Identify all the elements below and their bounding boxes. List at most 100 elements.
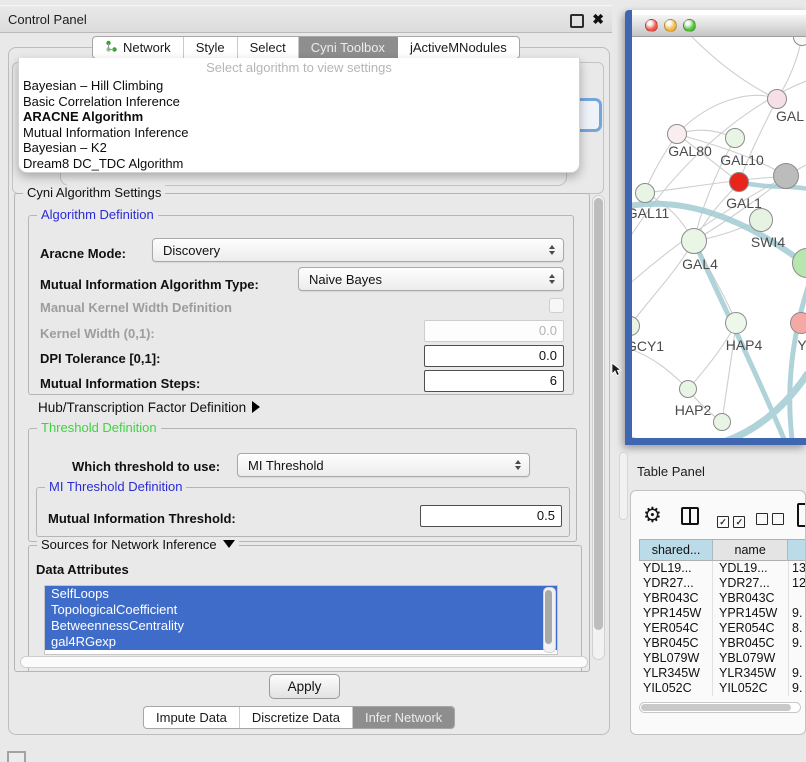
mi-steps-field[interactable]: 6 xyxy=(424,370,564,392)
table-scrollbar-thumb[interactable] xyxy=(641,704,791,711)
manual-kernel-checkbox[interactable] xyxy=(549,298,564,313)
network-node[interactable] xyxy=(773,163,799,189)
attributes-scrollbar[interactable] xyxy=(543,587,556,653)
table-panel-window: ⚙ ✓ ✓ shared... name YDL19...YDL19...13Y… xyxy=(630,490,806,735)
dpi-tolerance-label: DPI Tolerance [0,1]: xyxy=(40,351,160,366)
table-row[interactable]: YDL19...YDL19...13 xyxy=(639,561,806,576)
network-node-y[interactable] xyxy=(790,312,806,334)
attributes-scrollbar-thumb[interactable] xyxy=(545,590,552,644)
column-header-cut[interactable] xyxy=(788,540,806,560)
collapsed-panel-icon[interactable] xyxy=(7,751,26,762)
node-label: SWI4 xyxy=(751,234,785,250)
attribute-item[interactable]: gal4RGexp xyxy=(45,634,557,650)
table-row[interactable]: YBL079WYBL079W xyxy=(639,651,806,666)
tab-infer-network[interactable]: Infer Network xyxy=(353,707,454,728)
tab-impute-data[interactable]: Impute Data xyxy=(144,707,240,728)
tab-network[interactable]: Network xyxy=(93,37,184,58)
dpi-tolerance-field[interactable]: 0.0 xyxy=(424,345,564,367)
which-threshold-select[interactable]: MI Threshold xyxy=(237,453,530,477)
control-panel-tabs: NetworkStyleSelectCyni ToolboxjActiveMNo… xyxy=(92,36,520,59)
side-scrollbar-fragment xyxy=(619,452,628,520)
network-node-gal10[interactable] xyxy=(725,128,745,148)
column-header-shared[interactable]: shared... xyxy=(640,540,713,560)
tab-style[interactable]: Style xyxy=(184,37,238,58)
cyni-mode-tabs: Impute DataDiscretize DataInfer Network xyxy=(143,706,455,729)
data-attributes-label: Data Attributes xyxy=(36,562,129,577)
mi-algorithm-type-label: Mutual Information Algorithm Type: xyxy=(40,277,259,292)
network-window-titlebar[interactable] xyxy=(632,15,806,37)
node-label: GAL4 xyxy=(682,256,718,272)
table-row[interactable]: YIL052CYIL052C9. xyxy=(639,681,806,696)
expand-right-triangle-icon xyxy=(252,401,260,413)
cyni-settings-title: Cyni Algorithm Settings xyxy=(23,185,165,200)
application-root: Control Panel ✖ NetworkStyleSelectCyni T… xyxy=(0,0,806,762)
node-table: shared... name YDL19...YDL19...13YDR27..… xyxy=(639,539,806,698)
network-view-window[interactable]: GALGAL80GAL10GAL1GAL11SWI4GAL4GCY1HAP4YH… xyxy=(625,10,806,445)
node-label: GAL10 xyxy=(720,152,764,168)
attribute-item[interactable]: BetweennessCentrality xyxy=(45,618,557,634)
deselect-all-icon[interactable] xyxy=(756,512,784,530)
float-panel-icon[interactable] xyxy=(570,14,584,28)
algorithm-option[interactable]: ARACNE Algorithm xyxy=(19,109,579,125)
algorithm-option[interactable]: Mutual Information Inference xyxy=(19,125,579,141)
gear-icon[interactable]: ⚙ xyxy=(643,503,662,528)
which-threshold-label: Which threshold to use: xyxy=(72,459,220,474)
tab-cyni-toolbox[interactable]: Cyni Toolbox xyxy=(299,37,398,58)
network-node-gal[interactable] xyxy=(767,89,787,109)
attribute-item[interactable]: SelfLoops xyxy=(45,586,557,602)
dropdown-list: Bayesian – Hill ClimbingBasic Correlatio… xyxy=(19,78,579,171)
window-close-icon[interactable] xyxy=(645,19,658,32)
network-node[interactable] xyxy=(713,413,731,431)
network-node-gal4[interactable] xyxy=(681,228,707,254)
table-horizontal-scrollbar[interactable] xyxy=(639,702,801,713)
network-canvas[interactable]: GALGAL80GAL10GAL1GAL11SWI4GAL4GCY1HAP4YH… xyxy=(632,37,806,438)
panel-title: Control Panel xyxy=(0,12,87,27)
algorithm-option[interactable]: Bayesian – Hill Climbing xyxy=(19,78,579,94)
hub-definition-expander[interactable]: Hub/Transcription Factor Definition xyxy=(38,400,260,415)
tab-select[interactable]: Select xyxy=(238,37,299,58)
kernel-width-field[interactable]: 0.0 xyxy=(424,320,564,342)
network-node-gal11[interactable] xyxy=(635,183,655,203)
table-row[interactable]: YBR045CYBR045C9. xyxy=(639,636,806,651)
network-node-gal1[interactable] xyxy=(729,172,749,192)
network-node-gal80[interactable] xyxy=(667,124,687,144)
network-node-hap4[interactable] xyxy=(725,312,747,334)
algorithm-option[interactable]: Basic Correlation Inference xyxy=(19,94,579,110)
settings-horizontal-scrollbar[interactable] xyxy=(20,656,588,668)
algorithm-definition-title: Algorithm Definition xyxy=(37,207,158,222)
mouse-cursor xyxy=(610,362,624,378)
tab-jactivemnodules[interactable]: jActiveMNodules xyxy=(398,37,519,58)
mi-threshold-field[interactable]: 0.5 xyxy=(420,505,562,527)
stepper-icon xyxy=(549,245,555,255)
window-minimize-icon[interactable] xyxy=(664,19,677,32)
table-row[interactable]: YBR043CYBR043C xyxy=(639,591,806,606)
settings-scrollbar[interactable] xyxy=(592,195,605,660)
table-row[interactable]: YPR145WYPR145W9. xyxy=(639,606,806,621)
apply-button[interactable]: Apply xyxy=(269,674,340,699)
algorithm-option[interactable]: Dream8 DC_TDC Algorithm xyxy=(19,156,579,172)
settings-scrollbar-thumb[interactable] xyxy=(594,198,603,630)
table-panel-title: Table Panel xyxy=(637,464,705,479)
mi-steps-label: Mutual Information Steps: xyxy=(40,376,200,391)
data-attributes-list: SelfLoopsTopologicalCoefficientBetweenne… xyxy=(44,585,558,655)
threshold-definition-title: Threshold Definition xyxy=(37,420,161,435)
close-panel-icon[interactable]: ✖ xyxy=(592,11,604,28)
select-all-icon[interactable]: ✓ ✓ xyxy=(717,512,745,530)
attribute-item[interactable]: TopologicalCoefficient xyxy=(45,602,557,618)
table-row[interactable]: YLR345WYLR345W9. xyxy=(639,666,806,681)
aracne-mode-select[interactable]: Discovery xyxy=(152,238,564,262)
column-header-name[interactable]: name xyxy=(713,540,788,560)
tab-discretize-data[interactable]: Discretize Data xyxy=(240,707,353,728)
table-row[interactable]: YDR27...YDR27...12 xyxy=(639,576,806,591)
algorithm-option[interactable]: Bayesian – K2 xyxy=(19,140,579,156)
sources-collapser[interactable]: Sources for Network Inference xyxy=(37,537,239,552)
columns-icon[interactable] xyxy=(681,507,699,525)
network-node-hap2[interactable] xyxy=(679,380,697,398)
network-node-swi4[interactable] xyxy=(749,208,773,232)
mi-threshold-label: Mutual Information Threshold: xyxy=(48,511,236,526)
table-row[interactable]: YER054CYER054C8. xyxy=(639,621,806,636)
window-zoom-icon[interactable] xyxy=(683,19,696,32)
mi-algorithm-type-select[interactable]: Naive Bayes xyxy=(298,267,564,291)
stepper-icon xyxy=(549,274,555,284)
document-icon[interactable] xyxy=(797,503,806,527)
